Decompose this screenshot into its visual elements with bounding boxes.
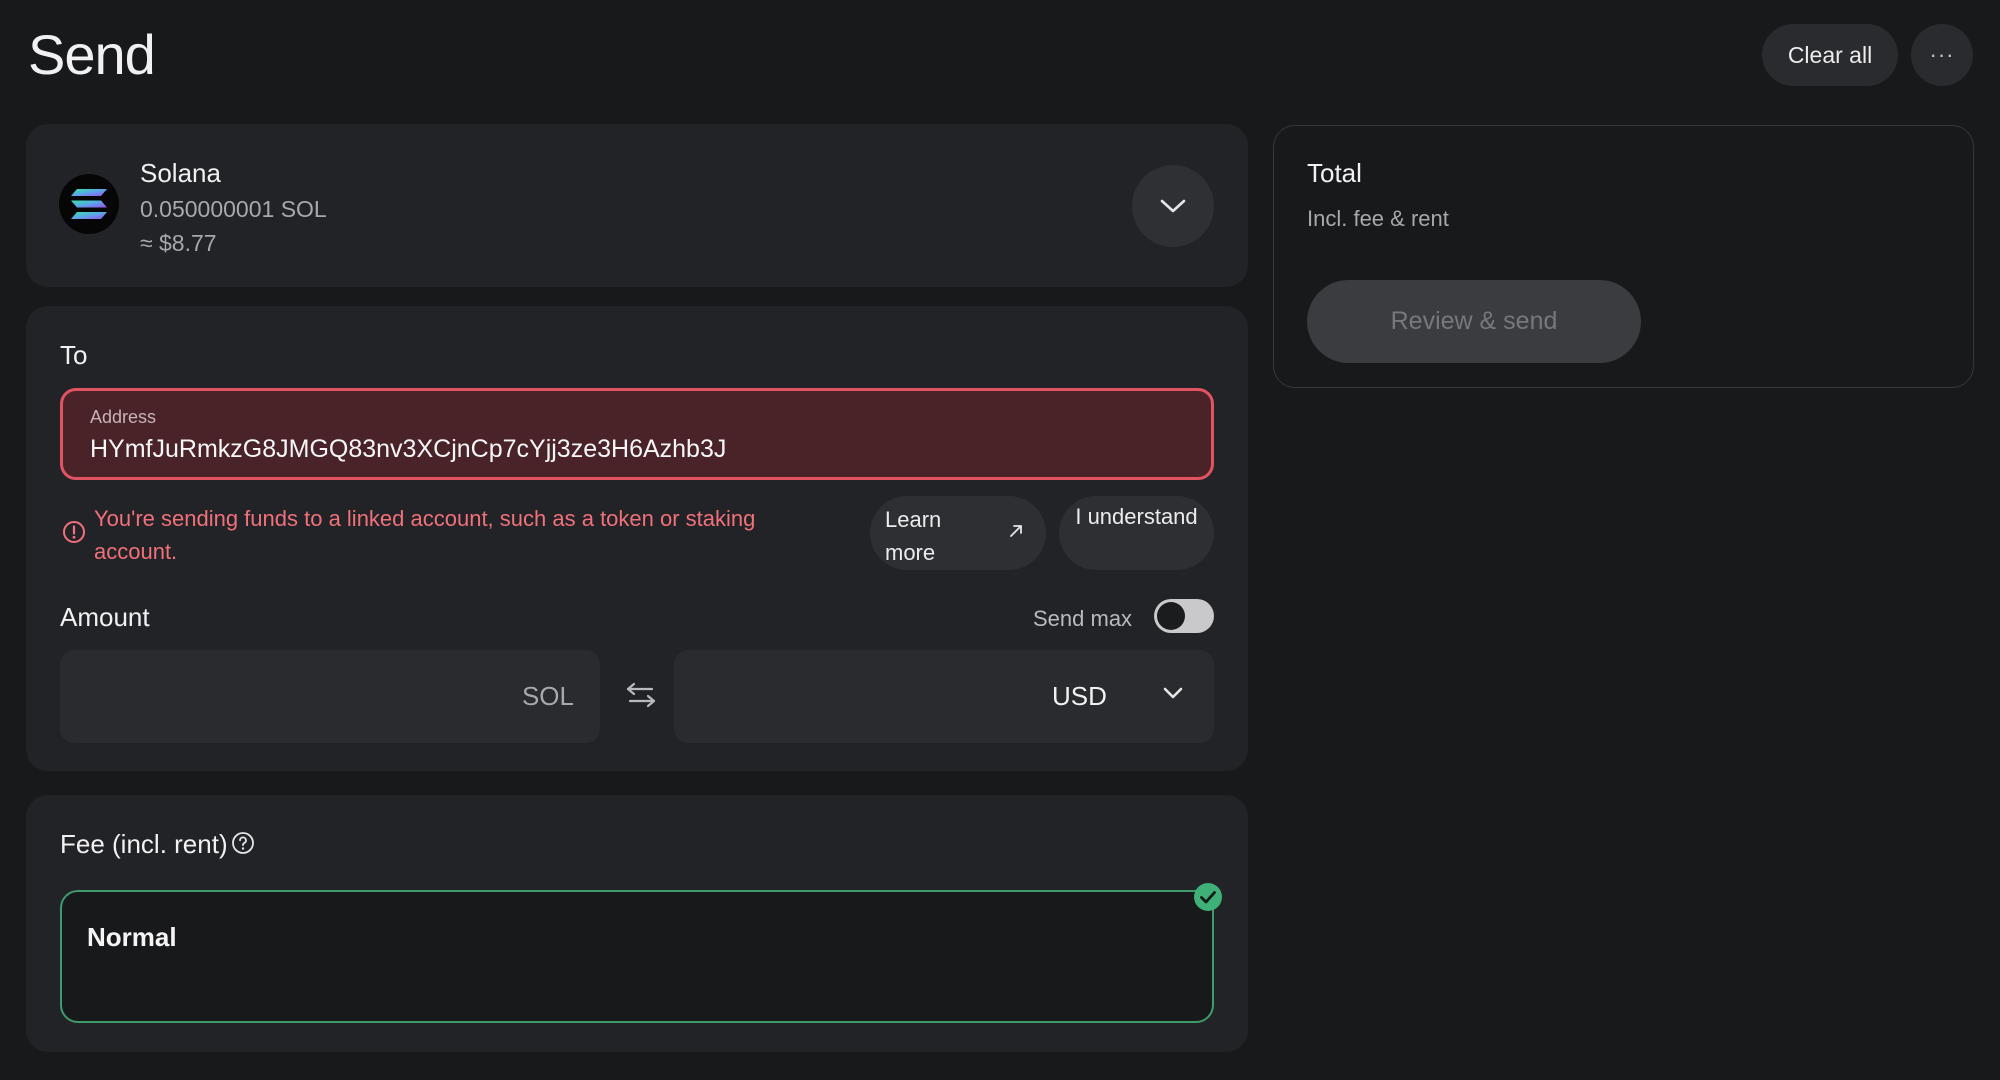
- total-subtitle: Incl. fee & rent: [1307, 206, 1449, 231]
- asset-dropdown-button[interactable]: [1132, 165, 1214, 247]
- amount-label: Amount: [60, 602, 150, 632]
- fiat-currency-label: USD: [1052, 681, 1107, 711]
- toggle-knob: [1157, 602, 1185, 630]
- total-title: Total: [1307, 158, 1362, 188]
- fee-card: Fee (incl. rent) Normal: [26, 795, 1248, 1052]
- more-options-button[interactable]: ···: [1911, 24, 1973, 86]
- chevron-down-icon: [1160, 199, 1186, 213]
- checkmark-circle-icon: [1194, 883, 1222, 911]
- i-understand-button[interactable]: I understand: [1059, 496, 1214, 570]
- fee-option-label: Normal: [87, 922, 177, 952]
- fee-option-normal[interactable]: Normal: [60, 890, 1214, 1023]
- review-and-send-button[interactable]: Review & send: [1307, 280, 1641, 363]
- send-max-toggle[interactable]: [1154, 599, 1214, 633]
- recipient-amount-card: To Address You're sending funds to a lin…: [26, 306, 1248, 771]
- to-label: To: [60, 340, 88, 370]
- fee-label: Fee (incl. rent): [60, 829, 228, 859]
- token-name: Solana: [140, 158, 221, 188]
- address-caption: Address: [90, 407, 157, 427]
- swap-arrows-icon[interactable]: [624, 678, 658, 712]
- fiat-amount-input[interactable]: USD: [674, 650, 1214, 743]
- address-input[interactable]: [90, 435, 1180, 464]
- chevron-down-icon[interactable]: [1162, 686, 1184, 700]
- page-title: Send: [28, 23, 156, 86]
- linked-account-warning: You're sending funds to a linked account…: [94, 506, 756, 564]
- token-fiat-value: ≈ $8.77: [140, 230, 217, 256]
- help-circle-icon[interactable]: [231, 831, 255, 855]
- send-page: Send Clear all ··· Solana 0.050000001 SO…: [0, 0, 2000, 1080]
- learn-more-label: Learn more: [885, 507, 942, 565]
- external-link-arrow-icon: [1010, 525, 1022, 537]
- token-balance: 0.050000001 SOL: [140, 196, 327, 222]
- solana-logo-icon: [59, 174, 119, 234]
- learn-more-button[interactable]: Learn more: [870, 496, 1046, 570]
- address-field[interactable]: Address: [60, 388, 1214, 480]
- crypto-unit-label: SOL: [521, 681, 574, 711]
- clear-all-button[interactable]: Clear all: [1762, 24, 1898, 86]
- send-max-label: Send max: [1033, 606, 1133, 631]
- warning-circle-icon: [63, 521, 85, 543]
- asset-selector-card[interactable]: Solana 0.050000001 SOL ≈ $8.77: [26, 124, 1248, 287]
- crypto-amount-input[interactable]: SOL: [60, 650, 600, 743]
- total-card: Total Incl. fee & rent Review & send: [1273, 125, 1974, 388]
